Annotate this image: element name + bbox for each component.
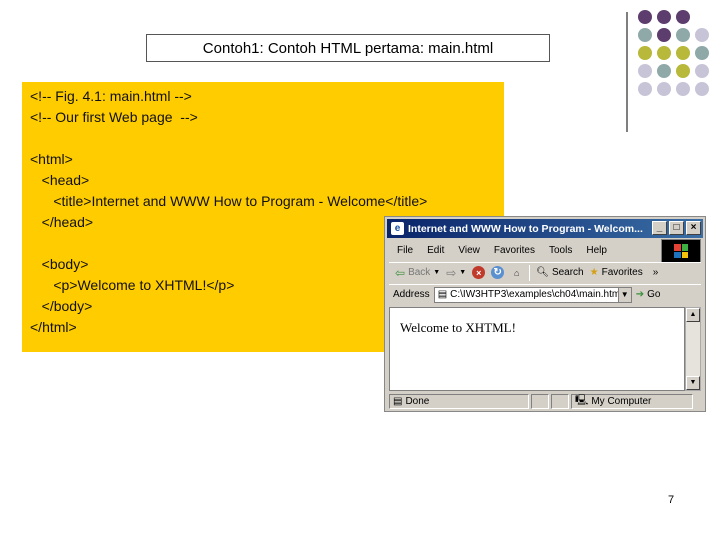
- refresh-icon[interactable]: ↻: [491, 266, 505, 279]
- decorative-dot: [676, 64, 690, 78]
- code-line: <title>Internet and WWW How to Program -…: [30, 193, 428, 209]
- decorative-dot: [657, 82, 671, 96]
- content-paragraph: Welcome to XHTML!: [400, 320, 516, 335]
- decorative-dot: [657, 10, 671, 24]
- go-label: Go: [647, 289, 661, 300]
- code-line: <head>: [30, 172, 90, 188]
- decorative-dot: [638, 46, 652, 60]
- computer-icon: 🖳︎: [575, 394, 589, 406]
- stop-icon[interactable]: ×: [472, 266, 486, 279]
- decorative-divider: [626, 12, 628, 132]
- code-line: <!-- Our first Web page -->: [30, 109, 198, 125]
- status-cell-empty: [551, 393, 569, 409]
- forward-button[interactable]: ⇨ ▼: [446, 266, 466, 280]
- decorative-dot: [676, 10, 690, 24]
- decorative-dot: [676, 28, 690, 42]
- go-button[interactable]: ➔ Go: [636, 289, 661, 300]
- address-bar: Address ▤ C:\IW3HTP3\examples\ch04\main.…: [389, 284, 701, 304]
- ie-icon: e: [391, 222, 404, 235]
- page-content: Welcome to XHTML!: [389, 307, 685, 391]
- decorative-dot: [695, 46, 709, 60]
- windows-logo-icon: [661, 239, 701, 263]
- minimize-button[interactable]: _: [652, 221, 667, 235]
- code-line: <!-- Fig. 4.1: main.html -->: [30, 88, 192, 104]
- chevron-down-icon[interactable]: ▼: [617, 287, 631, 302]
- star-icon: ★: [589, 267, 599, 278]
- scroll-up-icon[interactable]: ▲: [686, 308, 700, 322]
- toolbar-overflow[interactable]: »: [653, 267, 659, 278]
- decorative-dot: [657, 46, 671, 60]
- menu-item[interactable]: Favorites: [494, 245, 535, 256]
- toolbar: ⇦ Back ▼ ⇨ ▼ × ↻ ⌂ 🔍︎ Search ★ Favorites…: [389, 262, 701, 282]
- favorites-label: Favorites: [601, 267, 643, 278]
- menu-item[interactable]: View: [458, 245, 480, 256]
- window-titlebar: e Internet and WWW How to Program - Welc…: [387, 219, 703, 238]
- menu-item[interactable]: Edit: [427, 245, 444, 256]
- page-icon: ▤: [437, 289, 448, 300]
- status-cell-empty: [531, 393, 549, 409]
- menu-item[interactable]: File: [397, 245, 413, 256]
- go-arrow-icon: ➔: [635, 289, 645, 300]
- status-bar: ▤ Done 🖳︎ My Computer: [389, 393, 701, 409]
- decorative-dot: [676, 82, 690, 96]
- page-number: 7: [668, 494, 675, 506]
- search-button[interactable]: 🔍︎ Search: [536, 267, 583, 278]
- address-input[interactable]: ▤ C:\IW3HTP3\examples\ch04\main.htm ▼: [433, 286, 632, 303]
- slide-title: Contoh1: Contoh HTML pertama: main.html: [146, 34, 550, 62]
- forward-arrow-icon: ⇨: [446, 265, 457, 280]
- back-button[interactable]: ⇦ Back ▼: [395, 266, 440, 280]
- favorites-button[interactable]: ★ Favorites: [590, 267, 643, 278]
- menu-item[interactable]: Help: [586, 245, 607, 256]
- window-title: Internet and WWW How to Program - Welcom…: [408, 222, 643, 235]
- scroll-down-icon[interactable]: ▼: [686, 376, 700, 390]
- status-cell: ▤ Done: [389, 393, 529, 409]
- zone-cell: 🖳︎ My Computer: [571, 393, 693, 409]
- chevron-down-icon: ▼: [459, 269, 467, 276]
- decorative-dot: [638, 10, 652, 24]
- decorative-dot: [638, 82, 652, 96]
- menu-bar: File Edit View Favorites Tools Help: [389, 241, 659, 259]
- chevron-down-icon: ▼: [433, 269, 441, 276]
- back-arrow-icon: ⇦: [395, 265, 406, 280]
- decorative-dot: [638, 64, 652, 78]
- decorative-dots: [638, 10, 720, 120]
- browser-window: e Internet and WWW How to Program - Welc…: [384, 216, 706, 412]
- address-label: Address: [393, 289, 430, 300]
- decorative-dot: [657, 64, 671, 78]
- decorative-dot: [638, 28, 652, 42]
- address-value: C:\IW3HTP3\examples\ch04\main.htm: [450, 289, 621, 300]
- menu-item[interactable]: Tools: [549, 245, 572, 256]
- zone-text: My Computer: [591, 395, 652, 407]
- toolbar-separator: [529, 264, 531, 281]
- decorative-dot: [695, 82, 709, 96]
- search-icon: 🔍︎: [536, 267, 549, 278]
- decorative-dot: [695, 64, 709, 78]
- page-icon: ▤: [393, 395, 403, 407]
- home-icon[interactable]: ⌂: [510, 266, 524, 279]
- decorative-dot: [676, 46, 690, 60]
- search-label: Search: [551, 267, 584, 278]
- close-button[interactable]: ×: [686, 221, 701, 235]
- decorative-dot: [695, 28, 709, 42]
- code-line: <html>: [30, 151, 73, 167]
- back-label: Back: [408, 267, 431, 278]
- vertical-scrollbar[interactable]: ▲ ▼: [685, 307, 701, 391]
- status-text: Done: [405, 395, 430, 407]
- maximize-button[interactable]: □: [669, 221, 684, 235]
- decorative-dot: [657, 28, 671, 42]
